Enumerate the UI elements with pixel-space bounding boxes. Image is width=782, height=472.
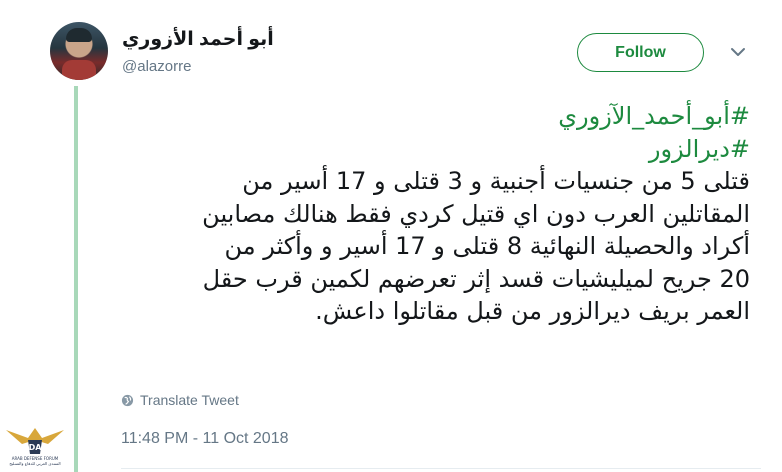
avatar-scarf [62,60,96,80]
hashtag-link[interactable]: #ديرالزور [110,133,750,166]
chevron-down-icon[interactable] [729,43,747,61]
translate-label: Translate Tweet [140,392,239,408]
tweet-text: #أبو_أحمد_الآزوري #ديرالزور قتلى 5 من جن… [110,100,750,328]
translate-tweet-link[interactable]: Translate Tweet [121,392,239,408]
globe-icon [121,394,134,406]
divider [121,468,761,469]
avatar-helmet [66,28,92,42]
eagle-logo-icon: DA [6,428,64,454]
watermark-abbr: DA [29,443,43,452]
tweet-line: قتلى 5 من جنسيات أجنبية و 3 قتلى و 17 أس… [242,167,750,195]
hashtag-link[interactable]: #أبو_أحمد_الآزوري [110,100,750,133]
tweet-line: العمر بريف ديرالزور من قبل مقاتلوا داعش. [315,297,750,325]
display-name[interactable]: أبو أحمد الأزوري [122,28,274,51]
watermark-line2: المنتدى العربي للدفاع والتسليح [9,461,61,466]
arab-defense-forum-watermark: DA ARAB DEFENSE FORUM المنتدى العربي للد… [4,420,66,472]
tweet-line: 20 جريح لميليشيات قسد إثر تعرضهم لكمين ق… [202,264,750,293]
follow-button[interactable]: Follow [577,33,704,72]
thread-line [74,86,78,472]
tweet-line: أكراد والحصيلة النهائية 8 قتلى و 17 أسير… [224,232,750,260]
tweet-timestamp[interactable]: 11:48 PM - 11 Oct 2018 [121,430,289,448]
tweet-line: المقاتلين العرب دون اي قتيل كردي فقط هنا… [202,199,750,228]
username[interactable]: @alazorre [122,58,191,75]
avatar[interactable] [50,22,108,80]
